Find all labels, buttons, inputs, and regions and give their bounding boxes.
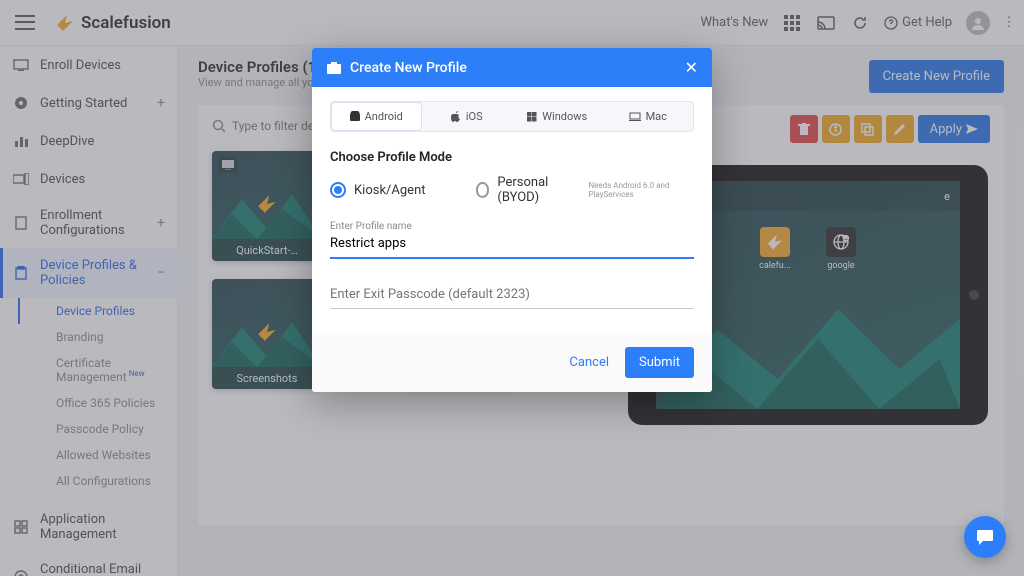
os-tab-windows[interactable]: Windows: [512, 102, 603, 131]
windows-icon: [527, 112, 537, 122]
byod-hint: Needs Android 6.0 and PlayServices: [588, 181, 694, 199]
exit-passcode-input[interactable]: [330, 281, 694, 309]
os-tab-ios[interactable]: iOS: [422, 102, 513, 131]
profile-mode-radios: Kiosk/Agent Personal (BYOD)Needs Android…: [330, 175, 694, 205]
chat-icon: [975, 527, 995, 547]
mac-icon: [629, 112, 641, 121]
modal-overlay[interactable]: Create New Profile ✕ Android iOS Windows…: [0, 0, 1024, 576]
radio-kiosk[interactable]: Kiosk/Agent: [330, 182, 426, 198]
profile-name-input[interactable]: [330, 232, 694, 259]
modal-header: Create New Profile ✕: [312, 48, 712, 87]
section-title: Choose Profile Mode: [330, 150, 694, 165]
radio-byod[interactable]: Personal (BYOD)Needs Android 6.0 and Pla…: [476, 175, 695, 205]
cancel-button[interactable]: Cancel: [569, 355, 609, 370]
os-tabs: Android iOS Windows Mac: [330, 101, 694, 132]
profile-name-label: Enter Profile name: [330, 221, 694, 232]
create-profile-modal: Create New Profile ✕ Android iOS Windows…: [312, 48, 712, 392]
modal-footer: Cancel Submit: [312, 333, 712, 392]
modal-title: Create New Profile: [350, 60, 467, 76]
close-icon[interactable]: ✕: [685, 58, 698, 77]
chat-fab[interactable]: [964, 516, 1006, 558]
radio-on-icon: [330, 182, 346, 198]
radio-off-icon: [476, 182, 490, 198]
android-icon: [350, 111, 360, 122]
os-tab-android[interactable]: Android: [331, 102, 422, 131]
briefcase-icon: [326, 61, 342, 75]
apple-icon: [451, 111, 461, 122]
os-tab-mac[interactable]: Mac: [603, 102, 694, 131]
submit-button[interactable]: Submit: [625, 347, 694, 378]
